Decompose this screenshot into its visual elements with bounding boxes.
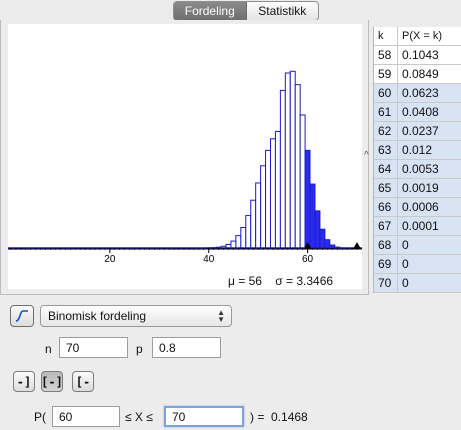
table-row[interactable]: 67 0.0001 (374, 217, 461, 236)
statistics-readout: μ = 56 σ = 3.3466 (228, 274, 333, 288)
table-row[interactable]: 65 0.0019 (374, 179, 461, 198)
table-row[interactable]: 63 0.012 (374, 141, 461, 160)
cell-k: 61 (374, 103, 398, 121)
table-row[interactable]: 59 0.0849 (374, 65, 461, 84)
left-sided-icon: -] (16, 374, 32, 389)
sigma-label: σ = 3.3466 (275, 274, 334, 288)
view-tabs: Fordeling Statistikk (173, 1, 319, 21)
interval-button[interactable]: [-] (41, 371, 63, 392)
bar-k-55 (279, 89, 286, 249)
bar-k-61 (309, 183, 316, 249)
tab-fordeling[interactable]: Fordeling (174, 2, 247, 20)
cell-probability: 0.0849 (402, 67, 439, 81)
n-label: n (45, 342, 52, 356)
cell-k: 63 (374, 141, 398, 159)
bar-k-63 (319, 228, 326, 249)
distribution-plot[interactable]: 20 40 60 (8, 24, 362, 289)
cell-probability: 0 (402, 276, 409, 290)
cell-probability: 0.1043 (402, 48, 439, 62)
bar-k-50 (255, 182, 262, 249)
bar-k-58 (294, 84, 301, 249)
bar-k-62 (314, 210, 321, 249)
cell-k: 70 (374, 274, 398, 292)
cell-k: 59 (374, 65, 398, 83)
curve-icon (15, 310, 28, 322)
left-sided-button[interactable]: -] (13, 371, 35, 392)
cell-k: 68 (374, 236, 398, 254)
x-tick-label: 40 (203, 254, 215, 265)
column-header-k: k (374, 27, 398, 45)
cell-probability: 0.0001 (402, 219, 439, 233)
upper-bound-marker-icon[interactable] (353, 242, 361, 249)
bar-k-51 (260, 165, 267, 249)
tab-statistikk[interactable]: Statistikk (247, 2, 319, 20)
split-handle-icon[interactable]: ^ (364, 150, 369, 161)
probability-result: ) = 0.1468 (250, 410, 308, 424)
cell-probability: 0.0019 (402, 181, 439, 195)
table-row[interactable]: 60 0.0623 (374, 84, 461, 103)
table-header: k P(X = k) (374, 27, 461, 46)
controls-panel: Binomisk fordeling ▲ ▼ n 70 p 0.8 -] [-] … (0, 296, 461, 430)
bar-k-59 (299, 114, 306, 249)
bar-k-52 (265, 149, 271, 249)
le-x-le-label: ≤ X ≤ (125, 410, 153, 424)
x-tick-label: 20 (104, 254, 116, 265)
table-row[interactable]: 69 0 (374, 255, 461, 274)
right-sided-icon: [- (75, 374, 91, 389)
bar-k-46 (235, 235, 242, 249)
probability-table: k P(X = k) 58 0.1043 59 0.0849 60 0.0623 61 0.0… (373, 27, 461, 293)
upper-bound-field[interactable]: 70 (164, 406, 244, 427)
select-arrows-icon: ▲ ▼ (217, 308, 225, 324)
bar-k-48 (245, 215, 252, 249)
cell-probability: 0 (402, 238, 409, 252)
bar-k-47 (240, 226, 247, 249)
cell-probability: 0.012 (402, 143, 433, 157)
cell-probability: 0.0237 (402, 124, 439, 138)
cell-probability: 0.0623 (402, 86, 439, 100)
bar-k-56 (284, 72, 291, 249)
distribution-select-value: Binomisk fordeling (48, 309, 147, 323)
curve-toggle-button[interactable] (10, 305, 34, 327)
probability-prefix: P( (34, 410, 46, 424)
table-row[interactable]: 64 0.0053 (374, 160, 461, 179)
bar-k-45 (230, 240, 237, 249)
table-row[interactable]: 58 0.1043 (374, 46, 461, 65)
mean-label: μ = 56 (228, 274, 262, 288)
bar-chart: 20 40 60 (8, 70, 362, 265)
x-tick-label: 60 (302, 254, 314, 265)
cell-probability: 0.0053 (402, 162, 439, 176)
right-sided-button[interactable]: [- (72, 371, 94, 392)
bar-k-54 (274, 130, 281, 249)
bar-k-57 (289, 70, 296, 249)
bar-k-53 (270, 138, 276, 249)
cell-k: 62 (374, 122, 398, 140)
bar-k-49 (250, 199, 257, 249)
lower-bound-field[interactable]: 60 (52, 406, 120, 427)
cell-probability: 0.0006 (402, 200, 439, 214)
cell-k: 66 (374, 198, 398, 216)
p-label: p (136, 342, 143, 356)
p-field[interactable]: 0.8 (152, 337, 221, 358)
table-row[interactable]: 68 0 (374, 236, 461, 255)
n-field[interactable]: 70 (59, 337, 128, 358)
table-row[interactable]: 66 0.0006 (374, 198, 461, 217)
column-header-p: P(X = k) (402, 30, 443, 42)
cell-probability: 0 (402, 257, 409, 271)
table-row[interactable]: 61 0.0408 (374, 103, 461, 122)
cell-k: 67 (374, 217, 398, 235)
cell-k: 69 (374, 255, 398, 273)
bar-k-60 (304, 149, 311, 249)
distribution-select[interactable]: Binomisk fordeling ▲ ▼ (40, 305, 232, 327)
cell-probability: 0.0408 (402, 105, 439, 119)
cell-k: 65 (374, 179, 398, 197)
cell-k: 58 (374, 46, 398, 64)
cell-k: 60 (374, 84, 398, 102)
bar-k-64 (324, 239, 331, 249)
cell-k: 64 (374, 160, 398, 178)
table-row[interactable]: 70 0 (374, 274, 461, 293)
interval-icon: [-] (41, 374, 63, 389)
table-row[interactable]: 62 0.0237 (374, 122, 461, 141)
